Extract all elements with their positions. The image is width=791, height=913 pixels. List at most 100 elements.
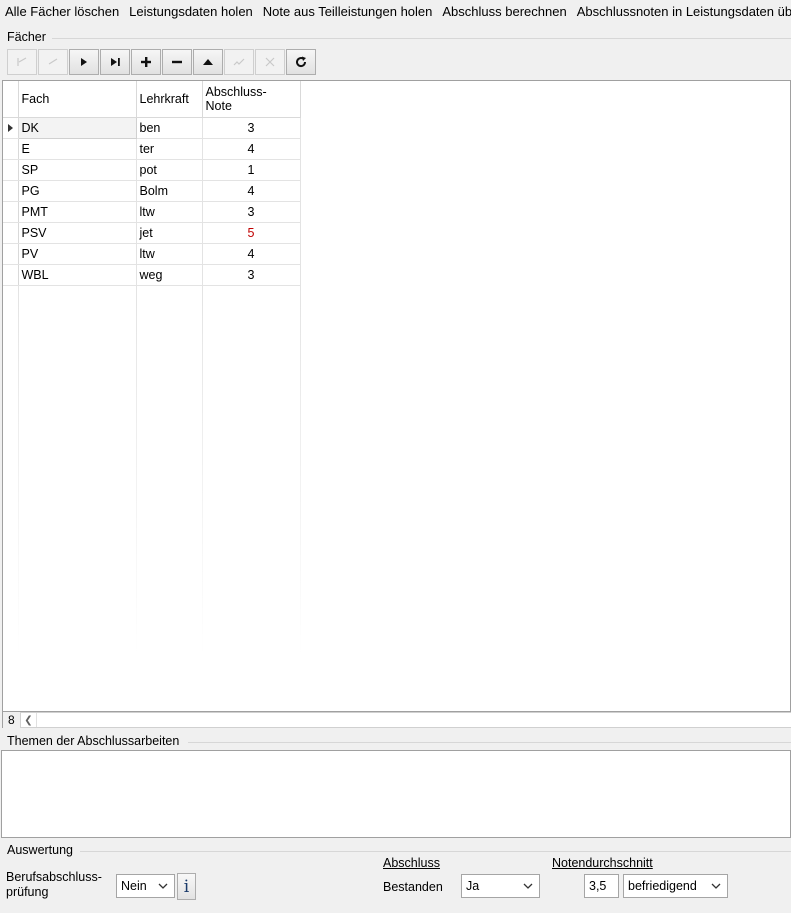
current-row-arrow-icon	[8, 123, 13, 132]
cell-note-failing[interactable]: 5	[202, 222, 301, 244]
menu-abschlussnoten-uebertragen[interactable]: Abschlussnoten in Leistungsdaten übert	[572, 0, 791, 24]
cell-note[interactable]: 4	[202, 243, 301, 265]
first-record-button[interactable]	[7, 49, 37, 75]
table-row[interactable]: PV ltw 4	[3, 243, 301, 265]
cell-fach[interactable]: SP	[18, 159, 137, 181]
cell-lehrkraft[interactable]: jet	[136, 222, 203, 244]
abschluss-heading: Abschluss	[383, 856, 440, 870]
cell-note[interactable]: 4	[202, 138, 301, 160]
row-indicator	[3, 201, 19, 223]
cell-lehrkraft[interactable]: weg	[136, 264, 203, 286]
row-indicator	[3, 243, 19, 265]
notendurchschnitt-text-value: befriedigend	[628, 879, 697, 893]
prior-record-button[interactable]	[38, 49, 68, 75]
column-gridline	[202, 286, 203, 656]
delete-record-icon	[172, 60, 182, 64]
chevron-down-icon	[158, 883, 168, 889]
berufsabschluss-label-line2: prüfung	[6, 885, 49, 899]
table-row[interactable]: SP pot 1	[3, 159, 301, 181]
cell-lehrkraft[interactable]: Bolm	[136, 180, 203, 202]
refresh-icon	[296, 56, 307, 68]
row-indicator	[3, 159, 19, 181]
last-record-icon	[111, 58, 120, 66]
column-gridline	[136, 286, 137, 656]
cell-fach[interactable]: PV	[18, 243, 137, 265]
refresh-button[interactable]	[286, 49, 316, 75]
last-record-button[interactable]	[100, 49, 130, 75]
cell-note[interactable]: 3	[202, 201, 301, 223]
themen-memo[interactable]	[1, 750, 791, 838]
edit-record-button[interactable]	[193, 49, 223, 75]
themen-group-label: Themen der Abschlussarbeiten	[7, 734, 180, 748]
chevron-down-icon	[711, 883, 721, 889]
cancel-record-button[interactable]	[255, 49, 285, 75]
action-menubar: Alle Fächer löschen Leistungsdaten holen…	[0, 0, 791, 24]
menu-alle-faecher-loeschen[interactable]: Alle Fächer löschen	[0, 0, 124, 24]
group-divider	[52, 38, 791, 39]
menu-leistungsdaten-holen[interactable]: Leistungsdaten holen	[124, 0, 258, 24]
row-indicator	[3, 180, 19, 202]
berufsabschluss-select[interactable]: Nein	[116, 874, 175, 898]
bestanden-select[interactable]: Ja	[461, 874, 540, 898]
insert-record-icon	[141, 57, 151, 67]
column-header-note-line2: Note	[205, 98, 232, 113]
row-indicator	[3, 264, 19, 286]
faecher-table: Fach Lehrkraft Abschluss- Note DK ben 3 …	[3, 81, 301, 286]
next-record-button[interactable]	[69, 49, 99, 75]
row-indicator	[3, 222, 19, 244]
column-header-lehrkraft[interactable]: Lehrkraft	[136, 81, 203, 118]
cancel-record-icon	[265, 57, 275, 67]
table-row[interactable]: PG Bolm 4	[3, 180, 301, 202]
column-header-fach[interactable]: Fach	[18, 81, 137, 118]
info-button[interactable]: i	[177, 873, 196, 900]
cell-fach[interactable]: PMT	[18, 201, 137, 223]
row-indicator	[3, 138, 19, 160]
cell-note[interactable]: 4	[202, 180, 301, 202]
auswertung-group-label: Auswertung	[7, 843, 74, 857]
post-record-button[interactable]	[224, 49, 254, 75]
insert-record-button[interactable]	[131, 49, 161, 75]
group-divider	[80, 851, 791, 852]
prior-record-icon	[48, 58, 58, 65]
cell-lehrkraft[interactable]: ter	[136, 138, 203, 160]
cell-fach[interactable]: E	[18, 138, 137, 160]
delete-record-button[interactable]	[162, 49, 192, 75]
row-indicator-header	[3, 81, 19, 118]
cell-lehrkraft[interactable]: pot	[136, 159, 203, 181]
menu-note-aus-teilleistungen[interactable]: Note aus Teilleistungen holen	[258, 0, 438, 24]
bestanden-label: Bestanden	[383, 880, 443, 894]
grid-statusbar: 8 ❮	[2, 712, 791, 728]
edit-record-icon	[203, 59, 213, 65]
notendurchschnitt-text-select[interactable]: befriedigend	[623, 874, 728, 898]
chevron-down-icon	[523, 883, 533, 889]
cell-note[interactable]: 3	[202, 264, 301, 286]
first-record-icon	[17, 57, 27, 66]
table-row[interactable]: PMT ltw 3	[3, 201, 301, 223]
cell-lehrkraft[interactable]: ltw	[136, 243, 203, 265]
cell-fach[interactable]: PG	[18, 180, 137, 202]
scroll-left-icon[interactable]: ❮	[21, 713, 37, 727]
menu-abschluss-berechnen[interactable]: Abschluss berechnen	[437, 0, 571, 24]
table-row[interactable]: WBL weg 3	[3, 264, 301, 286]
notendurchschnitt-input[interactable]: 3,5	[584, 874, 619, 898]
table-header-row: Fach Lehrkraft Abschluss- Note	[3, 81, 301, 118]
cell-fach[interactable]: WBL	[18, 264, 137, 286]
berufsabschluss-value: Nein	[121, 879, 147, 893]
cell-note[interactable]: 1	[202, 159, 301, 181]
cell-fach[interactable]: PSV	[18, 222, 137, 244]
faecher-group-label: Fächer	[7, 30, 46, 44]
cell-lehrkraft[interactable]: ltw	[136, 201, 203, 223]
horizontal-scrollbar[interactable]: ❮	[20, 712, 791, 728]
table-row[interactable]: DK ben 3	[3, 116, 301, 139]
table-row[interactable]: PSV jet 5	[3, 222, 301, 244]
record-count: 8	[8, 713, 15, 727]
column-header-note[interactable]: Abschluss- Note	[202, 81, 301, 118]
group-divider	[188, 742, 791, 743]
berufsabschluss-label: Berufsabschluss- prüfung	[6, 870, 102, 900]
post-record-icon	[233, 58, 245, 66]
cell-fach[interactable]: DK	[17, 116, 137, 139]
cell-note[interactable]: 3	[202, 117, 301, 139]
cell-lehrkraft[interactable]: ben	[136, 117, 203, 139]
next-record-icon	[81, 58, 87, 66]
table-row[interactable]: E ter 4	[3, 138, 301, 160]
